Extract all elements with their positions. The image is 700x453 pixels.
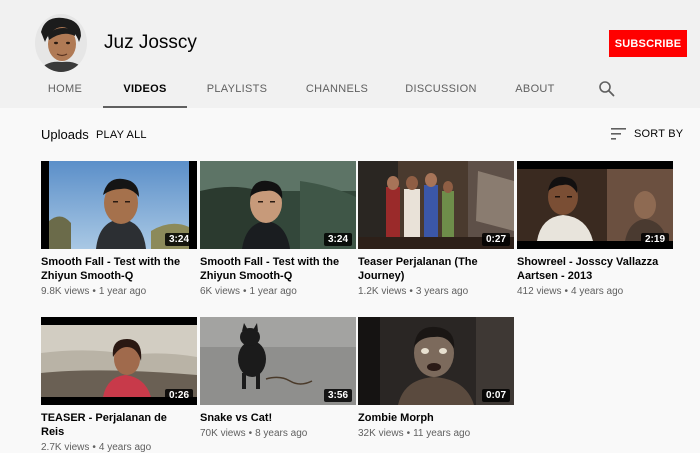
subscribe-button[interactable]: SUBSCRIBE xyxy=(609,30,687,57)
channel-tabs: HOME VIDEOS PLAYLISTS CHANNELS DISCUSSIO… xyxy=(0,76,700,108)
video-title[interactable]: Smooth Fall - Test with the Zhiyun Smoot… xyxy=(200,255,352,283)
video-age: 1 year ago xyxy=(98,286,147,297)
tab-channels[interactable]: CHANNELS xyxy=(301,76,373,108)
video-item[interactable]: 2:19 Showreel - Josscy Vallazza Aartsen … xyxy=(517,161,673,297)
channel-name: Juz Josscy xyxy=(104,32,197,53)
video-meta: 70K views • 8 years ago xyxy=(200,428,308,439)
video-duration: 0:27 xyxy=(481,233,510,246)
channel-avatar[interactable] xyxy=(35,14,87,72)
video-views: 412 views xyxy=(517,286,562,297)
video-thumbnail[interactable]: 2:19 xyxy=(517,161,673,249)
sort-by-label: SORT BY xyxy=(634,128,684,140)
tab-about[interactable]: ABOUT xyxy=(510,76,560,108)
video-meta: 1.2K views • 3 years ago xyxy=(358,286,469,297)
video-duration: 0:26 xyxy=(164,389,193,402)
video-title[interactable]: Smooth Fall - Test with the Zhiyun Smoot… xyxy=(41,255,193,283)
video-thumbnail[interactable]: 0:26 xyxy=(41,317,197,405)
video-item[interactable]: 3:24 Smooth Fall - Test with the Zhiyun … xyxy=(200,161,356,297)
video-title[interactable]: Showreel - Josscy Vallazza Aartsen - 201… xyxy=(517,255,669,283)
video-age: 1 year ago xyxy=(249,286,297,297)
video-thumbnail[interactable]: 3:56 xyxy=(200,317,356,405)
tab-discussion[interactable]: DISCUSSION xyxy=(404,76,478,108)
search-icon[interactable] xyxy=(598,80,616,98)
video-views: 9.8K views xyxy=(41,286,90,297)
sort-by-button[interactable]: SORT BY xyxy=(611,126,683,142)
video-duration: 0:07 xyxy=(481,389,510,402)
video-title[interactable]: Zombie Morph xyxy=(358,411,510,425)
video-duration: 3:24 xyxy=(164,233,193,246)
video-meta: 9.8K views • 1 year ago xyxy=(41,286,147,297)
video-thumbnail[interactable]: 3:24 xyxy=(200,161,356,249)
video-duration: 2:19 xyxy=(640,233,669,246)
video-item[interactable]: 3:24 Smooth Fall - Test with the Zhiyun … xyxy=(41,161,197,297)
video-title[interactable]: Snake vs Cat! xyxy=(200,411,352,425)
section-title: Uploads xyxy=(41,127,89,142)
video-thumbnail[interactable]: 3:24 xyxy=(41,161,197,249)
video-views: 32K views xyxy=(358,428,404,439)
video-meta: 412 views • 4 years ago xyxy=(517,286,624,297)
video-duration: 3:56 xyxy=(323,389,352,402)
video-age: 11 years ago xyxy=(413,428,471,439)
tab-playlists[interactable]: PLAYLISTS xyxy=(202,76,272,108)
tab-videos[interactable]: VIDEOS xyxy=(103,76,187,108)
video-duration: 3:24 xyxy=(323,233,352,246)
video-item[interactable]: 0:07 Zombie Morph 32K views • 11 years ago xyxy=(358,317,514,439)
video-thumbnail[interactable]: 0:07 xyxy=(358,317,514,405)
video-meta: 32K views • 11 years ago xyxy=(358,428,471,439)
video-meta: 6K views • 1 year ago xyxy=(200,286,297,297)
tab-home[interactable]: HOME xyxy=(42,76,88,108)
video-item[interactable]: 3:56 Snake vs Cat! 70K views • 8 years ago xyxy=(200,317,356,439)
video-age: 4 years ago xyxy=(570,286,624,297)
video-age: 3 years ago xyxy=(415,286,469,297)
video-views: 70K views xyxy=(200,428,246,439)
video-thumbnail[interactable]: 0:27 xyxy=(358,161,514,249)
video-title[interactable]: Teaser Perjalanan (The Journey) xyxy=(358,255,510,283)
video-item[interactable]: 0:27 Teaser Perjalanan (The Journey) 1.2… xyxy=(358,161,514,297)
video-title[interactable]: TEASER - Perjalanan de Reis xyxy=(41,411,193,439)
video-item[interactable]: 0:26 TEASER - Perjalanan de Reis 2.7K vi… xyxy=(41,317,197,453)
video-views: 6K views xyxy=(200,286,241,297)
sort-icon xyxy=(611,128,626,140)
video-views: 1.2K views xyxy=(358,286,407,297)
play-all-button[interactable]: PLAY ALL xyxy=(96,129,147,141)
video-age: 8 years ago xyxy=(255,428,308,439)
